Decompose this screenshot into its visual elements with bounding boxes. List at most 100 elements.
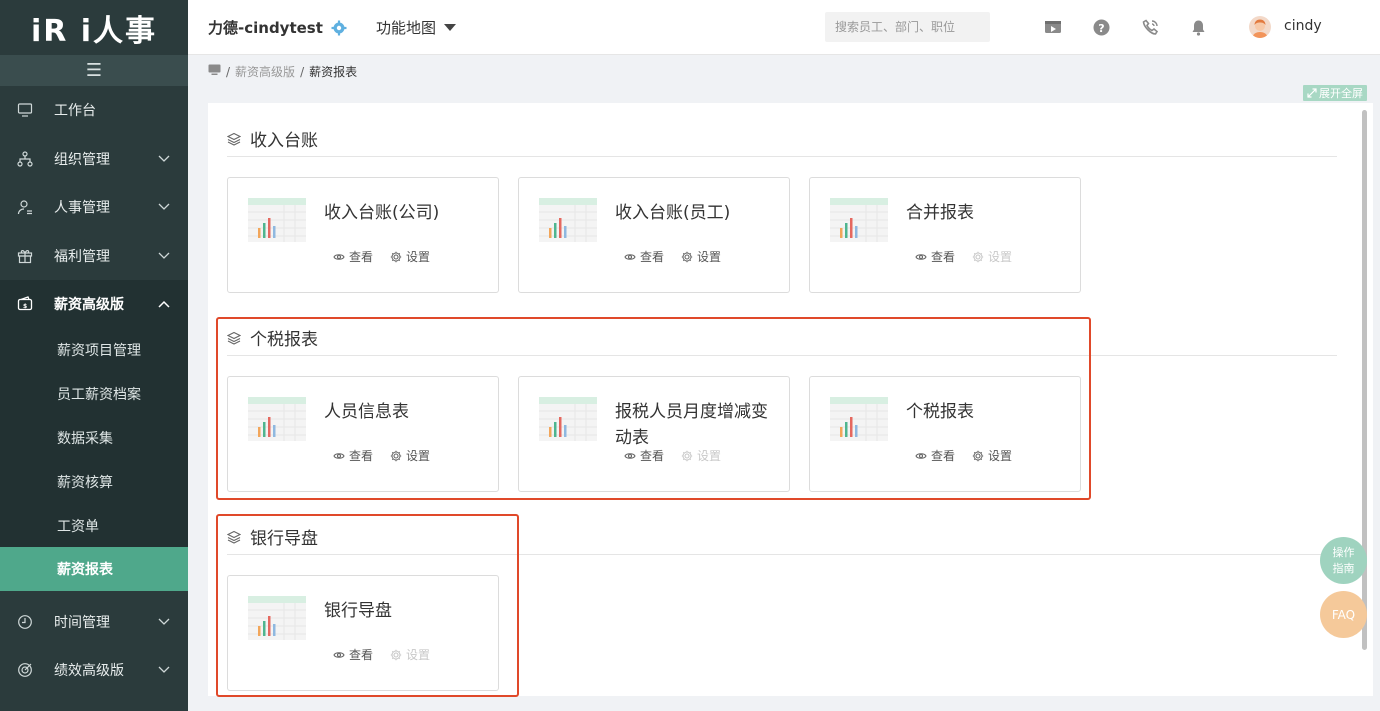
highlight-box xyxy=(216,514,519,697)
view-button[interactable]: 查看 xyxy=(333,248,373,265)
logo[interactable]: iR i人事 xyxy=(0,0,188,55)
view-button[interactable]: 查看 xyxy=(915,248,955,265)
caret-down-icon xyxy=(444,24,457,31)
company-switcher[interactable]: 力德-cindytest xyxy=(208,17,347,38)
report-thumbnail-icon xyxy=(248,198,306,242)
report-card[interactable]: 收入台账(员工) 查看 设置 xyxy=(518,177,790,293)
expand-icon xyxy=(1307,88,1317,98)
top-header: 力德-cindytest 功能地图 ? cindy xyxy=(188,0,1380,55)
org-tree-icon xyxy=(16,150,34,168)
fullscreen-button[interactable]: 展开全屏 xyxy=(1303,85,1367,101)
svg-text:?: ? xyxy=(1098,22,1104,35)
eye-icon xyxy=(624,253,636,260)
sidebar-item-label: 时间管理 xyxy=(54,614,110,631)
chevron-down-icon xyxy=(158,199,170,215)
report-card-title: 收入台账(员工) xyxy=(615,203,731,223)
svg-text:$: $ xyxy=(23,303,27,310)
function-map-label: 功能地图 xyxy=(376,19,437,37)
help-icon[interactable]: ? xyxy=(1091,17,1111,37)
breadcrumb: / 薪资高级版 / 薪资报表 xyxy=(208,63,357,80)
report-card-title: 收入台账(公司) xyxy=(324,203,440,223)
operation-guide-button[interactable]: 操作 指南 xyxy=(1320,537,1367,584)
sidebar-item-hr[interactable]: 人事管理 xyxy=(0,183,188,232)
breadcrumb-separator: / xyxy=(226,64,231,79)
sidebar-item-org[interactable]: 组织管理 xyxy=(0,135,188,184)
report-card[interactable]: 合并报表查看 设置 xyxy=(809,177,1081,293)
faq-label: FAQ xyxy=(1331,607,1356,622)
faq-button[interactable]: FAQ xyxy=(1320,591,1367,638)
gear-icon[interactable] xyxy=(331,20,347,36)
report-thumbnail-icon xyxy=(539,198,597,242)
report-card-title: 合并报表 xyxy=(906,203,974,223)
breadcrumb-parent[interactable]: 薪资高级版 xyxy=(235,63,295,80)
sidebar-item-label: 工作台 xyxy=(54,103,96,120)
sidebar-item-label: 组织管理 xyxy=(54,151,110,168)
guide-label: 操作 指南 xyxy=(1332,545,1355,575)
chevron-down-icon xyxy=(158,614,170,630)
target-icon xyxy=(16,661,34,679)
monitor-icon[interactable] xyxy=(208,64,221,79)
sidebar-subitem-salary-archive[interactable]: 员工薪资档案 xyxy=(0,372,188,416)
layers-icon xyxy=(227,132,241,146)
section-header-income-ledger: 收入台账 xyxy=(227,126,318,151)
avatar[interactable] xyxy=(1249,16,1271,38)
view-button[interactable]: 查看 xyxy=(624,248,664,265)
sidebar-item-label: 绩效高级版 xyxy=(54,663,124,680)
clock-icon xyxy=(16,613,34,631)
wallet-icon: $ xyxy=(16,295,34,313)
sidebar-subitem-salary-reports[interactable]: 薪资报表 xyxy=(0,547,188,592)
sidebar-subitem-data-collection[interactable]: 数据采集 xyxy=(0,416,188,460)
settings-button[interactable]: 设置 xyxy=(681,248,721,265)
highlight-box xyxy=(216,317,1091,500)
bell-icon[interactable] xyxy=(1188,17,1208,37)
sidebar-item-benefits[interactable]: 福利管理 xyxy=(0,232,188,281)
sidebar-item-workbench[interactable]: 工作台 xyxy=(0,86,188,135)
sidebar: iR i人事 ☰ 工作台 组织管理 人事管理 福利管理 $ 薪资高级版 薪资项目… xyxy=(0,0,188,711)
sidebar-item-label: 福利管理 xyxy=(54,248,110,265)
report-card[interactable]: 收入台账(公司) 查看 设置 xyxy=(227,177,499,293)
eye-icon xyxy=(915,253,927,260)
phone-icon[interactable] xyxy=(1140,17,1160,37)
breadcrumb-current: 薪资报表 xyxy=(309,65,358,79)
sidebar-item-performance[interactable]: 绩效高级版 xyxy=(0,646,188,695)
sidebar-subitem-salary-calc[interactable]: 薪资核算 xyxy=(0,460,188,504)
gear-icon xyxy=(681,251,693,262)
section-title: 收入台账 xyxy=(250,131,318,151)
chevron-up-icon xyxy=(158,296,170,312)
settings-label: 设置 xyxy=(697,250,722,264)
sidebar-subitem-payslip[interactable]: 工资单 xyxy=(0,504,188,548)
function-map-dropdown[interactable]: 功能地图 xyxy=(376,17,457,38)
fullscreen-label: 展开全屏 xyxy=(1319,87,1363,100)
settings-button[interactable]: 设置 xyxy=(390,248,430,265)
sidebar-item-payroll[interactable]: $ 薪资高级版 xyxy=(0,280,188,329)
gear-icon xyxy=(390,251,402,262)
logo-text: iR i人事 xyxy=(30,13,158,49)
company-name: 力德-cindytest xyxy=(208,19,323,37)
payroll-submenu: 薪资项目管理 员工薪资档案 数据采集 薪资核算 工资单 薪资报表 xyxy=(0,328,188,592)
sidebar-item-label: 薪资高级版 xyxy=(54,297,124,314)
gear-icon xyxy=(972,251,984,262)
video-icon[interactable] xyxy=(1043,17,1063,37)
sidebar-subitem-salary-items[interactable]: 薪资项目管理 xyxy=(0,329,188,373)
gift-icon xyxy=(16,247,34,265)
settings-label: 设置 xyxy=(406,250,431,264)
view-label: 查看 xyxy=(349,250,374,264)
username[interactable]: cindy xyxy=(1284,18,1322,34)
report-thumbnail-icon xyxy=(830,198,888,242)
view-label: 查看 xyxy=(931,250,956,264)
chevron-down-icon xyxy=(158,248,170,264)
view-label: 查看 xyxy=(640,250,665,264)
monitor-icon xyxy=(16,101,34,119)
chevron-down-icon xyxy=(158,662,170,678)
divider xyxy=(227,156,1337,157)
breadcrumb-separator: / xyxy=(300,64,305,79)
user-icon xyxy=(16,198,34,216)
sidebar-item-time[interactable]: 时间管理 xyxy=(0,597,188,646)
chevron-down-icon xyxy=(158,151,170,167)
search-input[interactable] xyxy=(825,12,990,42)
menu-toggle-icon[interactable]: ☰ xyxy=(0,55,188,86)
eye-icon xyxy=(333,253,345,260)
settings-label: 设置 xyxy=(988,250,1013,264)
settings-button[interactable]: 设置 xyxy=(972,248,1012,265)
sidebar-item-label: 人事管理 xyxy=(54,200,110,217)
